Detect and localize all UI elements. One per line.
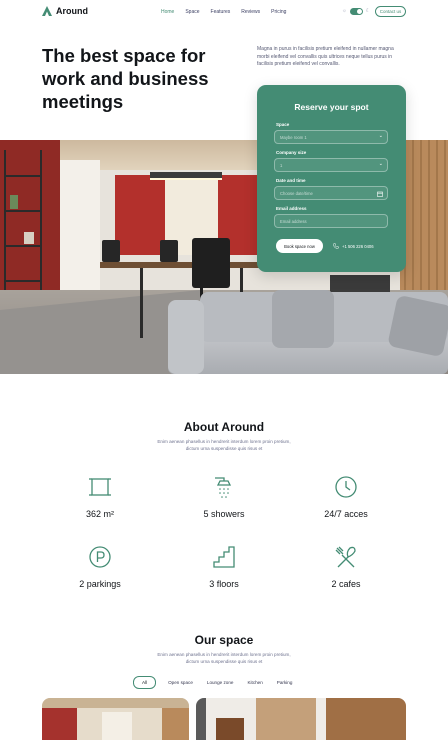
space-select[interactable]: Maybe room 1 ⌄ [274, 130, 388, 144]
nav-item-reviews[interactable]: Reviews [241, 9, 260, 15]
stat-area: 362 m² [50, 475, 150, 519]
date-label: Date and time [276, 178, 306, 183]
stat-parkings: 2 parkings [50, 545, 150, 589]
stat-floors-label: 3 floors [209, 579, 239, 589]
stairs-icon [213, 546, 235, 568]
company-size-value: 1 [280, 163, 283, 168]
calendar-icon [377, 191, 383, 197]
header: Around Home Space Features Reviews Prici… [0, 0, 448, 24]
space-label: Space [276, 122, 290, 127]
nav-item-features[interactable]: Features [211, 9, 231, 15]
company-size-select[interactable]: 1 ⌄ [274, 158, 388, 172]
our-space-title: Our space [194, 633, 254, 647]
space-photo-1[interactable] [42, 698, 189, 740]
contact-us-button[interactable]: Contact us [375, 6, 406, 17]
chevron-down-icon: ⌄ [378, 161, 383, 167]
reserve-title: Reserve your spot [294, 102, 369, 112]
phone-link[interactable]: +1 506 226 0406 [333, 243, 374, 249]
stat-cafes: 2 cafes [296, 545, 396, 589]
filter-parking[interactable]: Parking [277, 680, 293, 685]
email-label: Email address [276, 206, 307, 211]
stat-cafes-label: 2 cafes [331, 579, 361, 589]
stat-area-label: 362 m² [85, 509, 114, 519]
phone-number: +1 506 226 0406 [342, 243, 374, 249]
brand-name: Around [56, 6, 88, 16]
stat-parkings-label: 2 parkings [79, 579, 121, 589]
about-description: Enim aenean phasellus in hendrerit inter… [157, 439, 291, 451]
space-select-value: Maybe room 1 [280, 135, 307, 140]
stat-access-label: 24/7 acces [324, 509, 368, 519]
nav-item-space[interactable]: Space [185, 9, 199, 15]
email-placeholder: Email address [280, 219, 307, 224]
filter-all[interactable]: All [133, 676, 157, 689]
hero-description: Magna in purus in facilisis pretium elei… [257, 46, 394, 67]
date-input[interactable]: Choose date/time [274, 186, 388, 200]
area-icon [89, 478, 111, 496]
parking-icon [89, 546, 111, 568]
book-space-button[interactable]: Book space now [276, 239, 323, 253]
phone-icon [333, 243, 339, 249]
stat-access: 24/7 acces [296, 475, 396, 519]
theme-switch[interactable]: ☼ ☾ [342, 8, 370, 15]
email-input[interactable]: Email address [274, 214, 388, 228]
nav-item-home[interactable]: Home [161, 9, 174, 15]
space-photo-2[interactable] [196, 698, 406, 740]
reserve-form-card: Reserve your spot Space Maybe room 1 ⌄ C… [257, 85, 406, 272]
space-filters: All Open space Lounge zone Kitchen Parki… [133, 676, 306, 689]
filter-open-space[interactable]: Open space [168, 680, 193, 685]
company-size-label: Company size [276, 150, 307, 155]
stat-floors: 3 floors [174, 545, 274, 589]
stat-showers-label: 5 showers [203, 509, 245, 519]
date-placeholder: Choose date/time [280, 191, 313, 196]
nav-item-pricing[interactable]: Pricing [271, 9, 286, 15]
main-nav: Home Space Features Reviews Pricing [161, 9, 297, 15]
our-space-description: Enim aenean phasellus in hendrerit inter… [157, 652, 291, 664]
about-title: About Around [183, 420, 265, 434]
chevron-down-icon: ⌄ [378, 133, 383, 139]
stat-showers: 5 showers [174, 475, 274, 519]
around-logo-icon [42, 6, 52, 16]
cutlery-icon [335, 546, 356, 568]
sun-icon: ☼ [342, 8, 347, 14]
hero-title: The best space for work and business mee… [42, 45, 209, 112]
shower-icon [215, 477, 232, 498]
logo[interactable]: Around [42, 6, 88, 16]
moon-icon: ☾ [365, 8, 371, 14]
clock-icon [335, 476, 357, 498]
filter-lounge-zone[interactable]: Lounge zone [207, 680, 234, 685]
theme-toggle[interactable] [349, 8, 363, 15]
filter-kitchen[interactable]: Kitchen [247, 680, 262, 685]
